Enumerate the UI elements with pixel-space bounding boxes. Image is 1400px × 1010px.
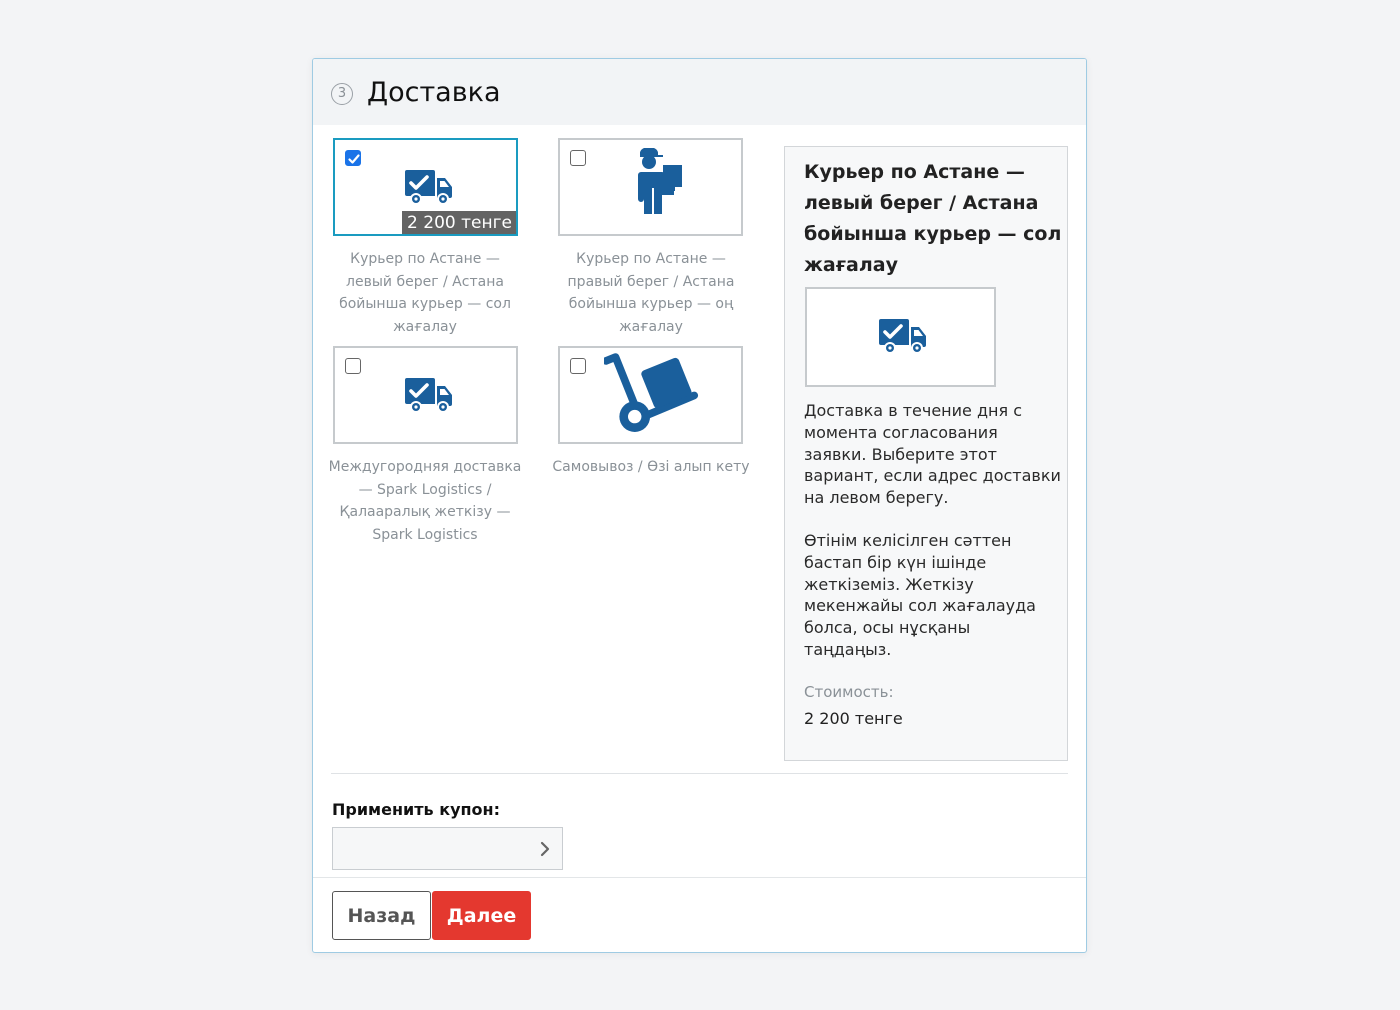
footer-divider bbox=[313, 877, 1086, 878]
detail-title: Курьер по Астане — левый берег / Астана … bbox=[804, 161, 1062, 276]
courier-person-icon bbox=[620, 148, 684, 228]
option-caption: Курьер по Астане — правый берег / Астана… bbox=[567, 251, 735, 335]
cost-label: Стоимость: bbox=[804, 683, 894, 701]
checkbox-checked[interactable] bbox=[345, 150, 361, 166]
detail-image bbox=[805, 287, 996, 387]
coupon-label: Применить купон: bbox=[332, 800, 500, 819]
truck-check-icon bbox=[879, 317, 927, 357]
checkbox[interactable] bbox=[570, 150, 586, 166]
step-header: 3 Доставка bbox=[313, 59, 1086, 125]
back-button[interactable]: Назад bbox=[332, 891, 431, 940]
coupon-input[interactable] bbox=[333, 828, 528, 869]
delivery-step-card: 3 Доставка 2 200 тенге Курьер по Астане … bbox=[312, 58, 1087, 953]
option-caption: Междугородняя доставка — Spark Logistics… bbox=[328, 459, 522, 543]
cost-value: 2 200 тенге bbox=[804, 709, 903, 728]
step-title: Доставка bbox=[367, 77, 501, 108]
hand-truck-icon bbox=[604, 353, 700, 436]
checkbox[interactable] bbox=[570, 358, 586, 374]
delivery-option-courier-left[interactable]: 2 200 тенге bbox=[333, 138, 518, 236]
price-badge: 2 200 тенге bbox=[402, 211, 516, 234]
truck-check-icon bbox=[405, 376, 453, 416]
divider bbox=[331, 773, 1068, 774]
coupon-field bbox=[332, 827, 563, 870]
detail-description-kz: Өтінім келісілген сәттен бастап бір күн … bbox=[804, 531, 1036, 659]
delivery-detail-panel: Курьер по Астане — левый берег / Астана … bbox=[784, 146, 1068, 761]
next-button[interactable]: Далее bbox=[432, 891, 531, 940]
chevron-right-icon[interactable] bbox=[536, 839, 554, 859]
detail-description-ru: Доставка в течение дня с момента согласо… bbox=[804, 401, 1061, 508]
delivery-option-intercity[interactable] bbox=[333, 346, 518, 444]
delivery-option-courier-right[interactable] bbox=[558, 138, 743, 236]
option-caption: Курьер по Астане — левый берег / Астана … bbox=[339, 251, 511, 335]
step-number: 3 bbox=[331, 83, 353, 105]
truck-check-icon bbox=[405, 168, 453, 208]
delivery-option-pickup[interactable] bbox=[558, 346, 743, 444]
option-caption: Самовывоз / Өзі алып кету bbox=[552, 459, 750, 475]
checkbox[interactable] bbox=[345, 358, 361, 374]
